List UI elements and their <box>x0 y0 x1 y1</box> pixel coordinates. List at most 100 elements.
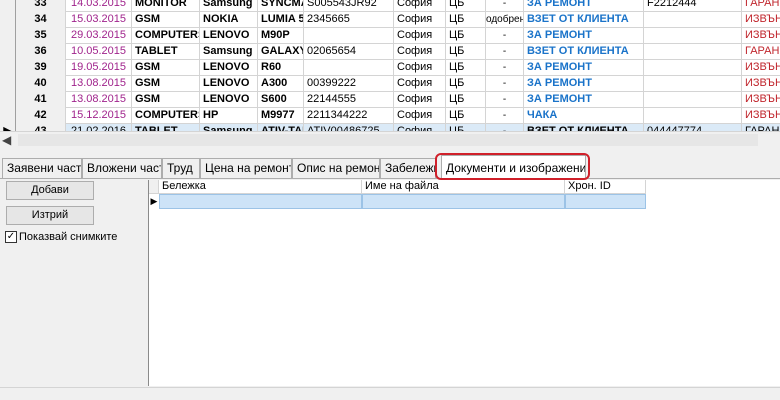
cell-city[interactable]: София <box>394 76 446 92</box>
cell-type[interactable]: GSM <box>132 12 200 28</box>
cell-office[interactable]: ЦБ <box>446 60 486 76</box>
cell-status[interactable]: ЗА РЕМОНТ <box>524 92 644 108</box>
cell-model[interactable]: GALAXY S <box>258 44 304 60</box>
cell-type[interactable]: GSM <box>132 60 200 76</box>
cell-city[interactable]: София <box>394 28 446 44</box>
cell-model[interactable]: M90P <box>258 28 304 44</box>
tab-5[interactable]: Опис на ремонта <box>292 158 380 178</box>
cell-office[interactable]: ЦБ <box>446 108 486 124</box>
cell-num[interactable]: 40 <box>16 76 66 92</box>
cell-approval[interactable]: - <box>486 124 524 131</box>
cell-city[interactable]: София <box>394 92 446 108</box>
cell-type[interactable]: GSM <box>132 92 200 108</box>
cell-status[interactable]: ВЗЕТ ОТ КЛИЕНТА <box>524 12 644 28</box>
row-indicator[interactable] <box>0 92 16 108</box>
cell-date[interactable]: 15.12.2015 <box>66 108 132 124</box>
cell-status[interactable]: ЗА РЕМОНТ <box>524 60 644 76</box>
row-indicator[interactable] <box>0 12 16 28</box>
cell-brand[interactable]: Samsung <box>200 124 258 131</box>
cell-status[interactable]: ВЗЕТ ОТ КЛИЕНТА <box>524 44 644 60</box>
cell-num[interactable]: 36 <box>16 44 66 60</box>
cell-status[interactable]: ЗА РЕМОНТ <box>524 0 644 12</box>
column-header-note[interactable]: Бележка <box>159 180 362 194</box>
cell-approval[interactable]: - <box>486 44 524 60</box>
cell-phone[interactable] <box>644 44 742 60</box>
cell-date[interactable]: 15.03.2015 <box>66 12 132 28</box>
cell-phone[interactable] <box>644 92 742 108</box>
column-header-filename[interactable]: Име на файла <box>362 180 565 194</box>
cell-warranty[interactable]: ИЗВЪН <box>742 60 780 76</box>
cell-warranty[interactable]: ГАРАНЦ <box>742 124 780 131</box>
tab-2[interactable]: Вложени части <box>82 158 162 178</box>
cell-serial[interactable]: S005543JR92 <box>304 0 394 12</box>
cell-city[interactable]: София <box>394 44 446 60</box>
cell-brand[interactable]: LENOVO <box>200 92 258 108</box>
cell-model[interactable]: M9977 <box>258 108 304 124</box>
cell-model[interactable]: R60 <box>258 60 304 76</box>
cell-serial[interactable] <box>304 60 394 76</box>
tab-4[interactable]: Цена на ремонта <box>200 158 292 178</box>
cell-type[interactable]: COMPUTERS <box>132 28 200 44</box>
cell-phone[interactable] <box>644 28 742 44</box>
cell-num[interactable]: 42 <box>16 108 66 124</box>
current-row-pointer-icon[interactable]: ▶ <box>0 124 16 131</box>
cell-city[interactable]: София <box>394 12 446 28</box>
table-row[interactable]: ▶4321.02.2016TABLETSamsungATIV-TAEATIV00… <box>0 124 780 131</box>
cell-approval[interactable]: - <box>486 108 524 124</box>
cell-approval[interactable]: - <box>486 0 524 12</box>
cell-phone[interactable] <box>644 76 742 92</box>
cell-status[interactable]: ЗА РЕМОНТ <box>524 28 644 44</box>
cell-num[interactable]: 33 <box>16 0 66 12</box>
cell-date[interactable]: 10.05.2015 <box>66 44 132 60</box>
cell-brand[interactable]: LENOVO <box>200 60 258 76</box>
add-button[interactable]: Добави <box>6 181 94 200</box>
scroll-left-icon[interactable]: ◀ <box>2 133 16 147</box>
cell-phone[interactable]: F2212444 <box>644 0 742 12</box>
cell-status[interactable]: ВЗЕТ ОТ КЛИЕНТА <box>524 124 644 131</box>
cell-date[interactable]: 19.05.2015 <box>66 60 132 76</box>
cell-warranty[interactable]: ИЗВЪН <box>742 28 780 44</box>
cell-office[interactable]: ЦБ <box>446 0 486 12</box>
cell-type[interactable]: GSM <box>132 76 200 92</box>
cell-office[interactable]: ЦБ <box>446 76 486 92</box>
table-row[interactable]: 3610.05.2015TABLETSamsungGALAXY S0206565… <box>0 44 780 60</box>
cell-office[interactable]: ЦБ <box>446 124 486 131</box>
cell-office[interactable]: ЦБ <box>446 44 486 60</box>
column-header-chron-id[interactable]: Хрон. ID <box>565 180 646 194</box>
cell-approval[interactable]: - <box>486 76 524 92</box>
cell-serial[interactable]: 2345665 <box>304 12 394 28</box>
cell-warranty[interactable]: ИЗВЪН <box>742 108 780 124</box>
horizontal-scrollbar[interactable]: ◀ <box>0 131 780 148</box>
cell-type[interactable]: COMPUTERS <box>132 108 200 124</box>
cell-num[interactable]: 34 <box>16 12 66 28</box>
cell-brand[interactable]: NOKIA <box>200 12 258 28</box>
cell-phone[interactable]: 044447774 <box>644 124 742 131</box>
new-row[interactable]: ▶ <box>149 194 646 209</box>
checkbox-check-icon[interactable]: ✓ <box>5 231 17 243</box>
cell-brand[interactable]: LENOVO <box>200 28 258 44</box>
cell-approval[interactable]: - <box>486 60 524 76</box>
row-indicator[interactable] <box>0 76 16 92</box>
cell-date[interactable]: 29.03.2015 <box>66 28 132 44</box>
table-row[interactable]: 3415.03.2015GSMNOKIALUMIA 522345665София… <box>0 12 780 28</box>
cell-date[interactable]: 13.08.2015 <box>66 76 132 92</box>
cell-num[interactable]: 41 <box>16 92 66 108</box>
row-indicator[interactable] <box>0 60 16 76</box>
cell-num[interactable]: 35 <box>16 28 66 44</box>
delete-button[interactable]: Изтрий <box>6 206 94 225</box>
cell-brand[interactable]: HP <box>200 108 258 124</box>
scroll-track[interactable] <box>18 134 758 146</box>
cell-type[interactable]: MONITOR <box>132 0 200 12</box>
cell-serial[interactable] <box>304 28 394 44</box>
table-row[interactable]: 41 13.08.2015 GSM LENOVO S600 22144555 София ЦБ… <box>0 92 780 108</box>
cell-approval[interactable]: - <box>486 92 524 108</box>
tab-3[interactable]: Труд <box>162 158 200 178</box>
cell-warranty[interactable]: ГАРАНЦ <box>742 44 780 60</box>
cell-type[interactable]: TABLET <box>132 44 200 60</box>
cell-approval[interactable]: одобрен <box>486 12 524 28</box>
cell-office[interactable]: ЦБ <box>446 12 486 28</box>
cell-date[interactable]: 21.02.2016 <box>66 124 132 131</box>
new-row-chron-id-cell[interactable] <box>565 194 646 209</box>
cell-brand[interactable]: Samsung <box>200 44 258 60</box>
cell-serial[interactable]: 2211344222 <box>304 108 394 124</box>
